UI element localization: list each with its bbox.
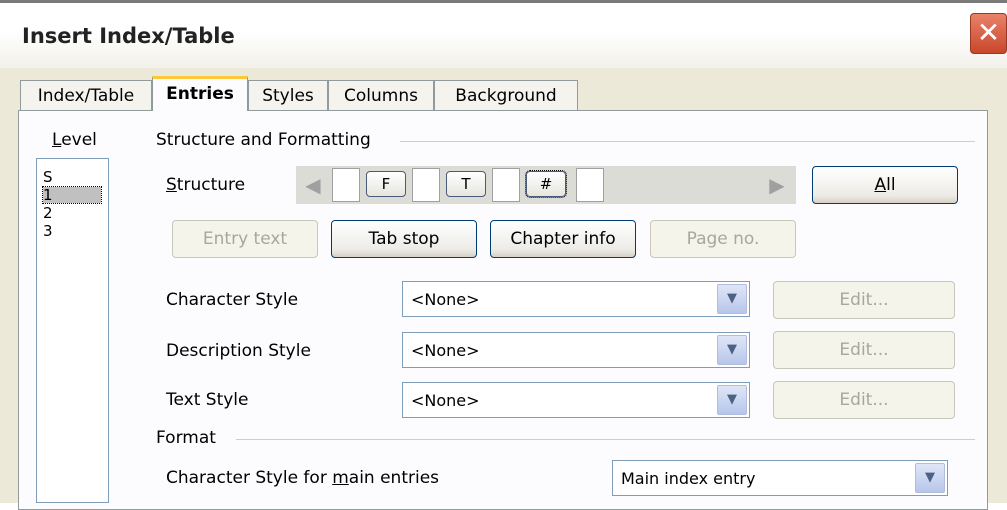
structure-token-chapter[interactable]: F	[366, 171, 406, 197]
entry-text-button[interactable]: Entry text	[172, 220, 318, 258]
chevron-down-icon[interactable]: ▼	[717, 335, 747, 365]
tab-styles[interactable]: Styles	[248, 80, 328, 110]
main-entries-label: Character Style for main entries	[166, 468, 440, 488]
structure-label: Structure	[166, 175, 246, 195]
main-entries-select[interactable]: Main index entry ▼	[612, 460, 948, 496]
level-item-2[interactable]: 2	[43, 205, 101, 221]
chapter-info-button[interactable]: Chapter info	[490, 220, 636, 258]
text-style-edit-button[interactable]: Edit...	[773, 381, 955, 419]
character-style-select[interactable]: <None> ▼	[402, 281, 750, 317]
group-divider	[400, 141, 975, 142]
title-bar: Insert Index/Table ✕	[0, 0, 1007, 68]
structure-gap[interactable]	[576, 168, 604, 202]
description-style-edit-button[interactable]: Edit...	[773, 331, 955, 369]
tab-columns[interactable]: Columns	[328, 80, 434, 110]
structure-gap[interactable]	[492, 168, 520, 202]
structure-gap[interactable]	[412, 168, 440, 202]
page-no-button[interactable]: Page no.	[650, 220, 796, 258]
level-item-1[interactable]: 1	[42, 186, 102, 204]
tab-index-table[interactable]: Index/Table	[20, 80, 152, 110]
chevron-down-icon[interactable]: ▼	[915, 463, 945, 493]
tab-background[interactable]: Background	[434, 80, 578, 110]
level-item-3[interactable]: 3	[43, 223, 101, 239]
level-label: Level	[52, 130, 97, 150]
description-style-select[interactable]: <None> ▼	[402, 332, 750, 368]
description-style-label: Description Style	[166, 341, 311, 361]
chevron-down-icon[interactable]: ▼	[717, 284, 747, 314]
all-button[interactable]: All	[812, 166, 958, 204]
text-style-value: <None>	[411, 391, 480, 410]
chevron-down-icon[interactable]: ▼	[717, 385, 747, 415]
main-entries-value: Main index entry	[621, 469, 756, 488]
character-style-label: Character Style	[166, 290, 299, 310]
window-frame	[0, 0, 1007, 3]
window-title: Insert Index/Table	[22, 24, 235, 48]
text-style-select[interactable]: <None> ▼	[402, 382, 750, 418]
description-style-value: <None>	[411, 341, 480, 360]
group-format: Format	[156, 428, 216, 448]
tab-entries[interactable]: Entries	[152, 76, 248, 111]
arrow-left-icon[interactable]: ◀	[298, 170, 328, 200]
group-divider	[236, 439, 975, 440]
structure-token-tab[interactable]: T	[446, 171, 486, 197]
close-button[interactable]: ✕	[970, 13, 1007, 54]
character-style-value: <None>	[411, 290, 480, 309]
close-icon: ✕	[976, 16, 1001, 49]
group-structure-formatting: Structure and Formatting	[156, 130, 371, 150]
structure-token-page[interactable]: #	[525, 170, 567, 198]
tab-stop-button[interactable]: Tab stop	[331, 220, 477, 258]
character-style-edit-button[interactable]: Edit...	[773, 281, 955, 319]
level-list[interactable]: S 1 2 3	[36, 158, 109, 503]
text-style-label: Text Style	[166, 390, 249, 410]
level-item-s[interactable]: S	[43, 169, 101, 185]
structure-gap[interactable]	[332, 168, 360, 202]
arrow-right-icon[interactable]: ▶	[762, 170, 792, 200]
structure-editor[interactable]: ◀ F T # ▶	[296, 166, 796, 204]
